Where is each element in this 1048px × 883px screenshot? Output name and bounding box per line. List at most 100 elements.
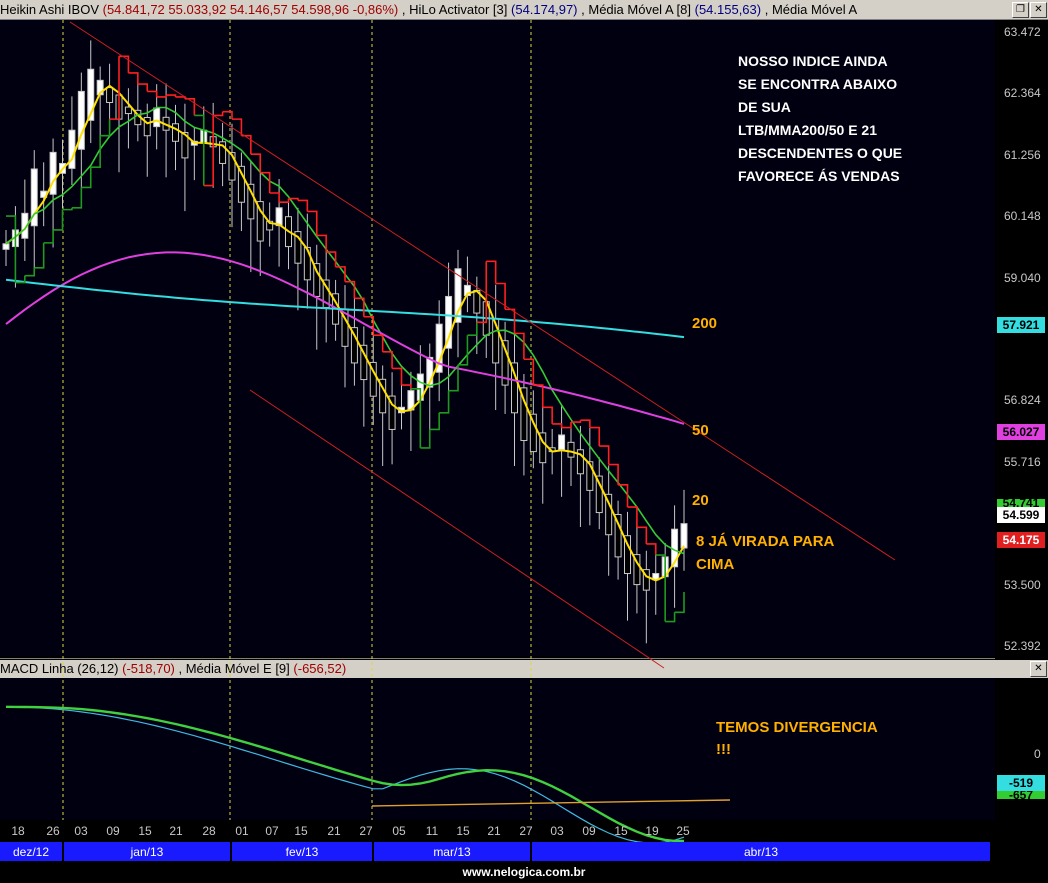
candle-body: [558, 434, 566, 451]
hilo-step: [646, 543, 657, 556]
x-tick-label: 11: [425, 824, 439, 838]
x-tick-label: 26: [46, 824, 60, 838]
hilo-step: [175, 96, 186, 99]
hilo-step: [495, 282, 506, 310]
ma50-annotation: 50: [692, 422, 709, 439]
hilo-step: [467, 322, 478, 337]
y-tick-label: 63.472: [1004, 25, 1041, 39]
annotation-line: DE SUA: [738, 99, 791, 115]
support-trendline: [249, 389, 665, 669]
annotation-line: CIMA: [696, 556, 735, 573]
y-tick-label: 52.392: [1004, 639, 1041, 653]
x-tick-label: 21: [169, 824, 183, 838]
month-label: fev/13: [285, 845, 319, 859]
footer-credit: www.nelogica.com.br: [0, 862, 1048, 883]
hilo-step: [665, 612, 676, 623]
candle-body: [567, 441, 575, 458]
ma8-annotation: 8 JÁ VIRADA PARA CIMA: [696, 530, 834, 576]
candle-body: [2, 243, 10, 250]
hilo-step: [269, 192, 280, 203]
hilo-step: [354, 297, 365, 317]
month-label: jan/13: [130, 845, 164, 859]
x-tick-label: 18: [11, 824, 25, 838]
hilo-step: [533, 384, 544, 408]
hilo-step: [382, 351, 393, 369]
hilo-step: [373, 334, 384, 352]
hilo-step: [43, 229, 54, 244]
annotation-line: NOSSO INDICE AINDA: [738, 53, 888, 69]
hilo-step: [636, 526, 648, 544]
y-tick-label: 61.256: [1004, 147, 1041, 162]
hilo-step: [128, 72, 139, 85]
ma200-price-tag: 57.921: [997, 317, 1045, 333]
hilo-step: [184, 97, 196, 116]
hilo-step: [580, 419, 591, 428]
hilo-step: [392, 367, 403, 386]
month-label: dez/12: [12, 845, 50, 859]
hilo-step: [222, 110, 233, 120]
hilo-step: [439, 390, 450, 414]
x-tick-label: 15: [614, 824, 628, 838]
hilo-step: [203, 115, 214, 187]
candle-body: [275, 207, 283, 227]
hilo-step: [166, 94, 177, 97]
hilo-step: [62, 207, 73, 211]
annotation-line: DESCENDENTES O QUE: [738, 145, 903, 161]
hilo-step: [147, 90, 158, 97]
macd-zero-label: 0: [1034, 747, 1041, 761]
x-tick-label: 21: [327, 824, 341, 838]
y-tick-label: 60.148: [1004, 209, 1041, 224]
x-tick-label: 07: [265, 824, 279, 838]
hilo-step: [194, 114, 205, 186]
ma200-annotation: 200: [692, 315, 718, 332]
hilo-step: [542, 406, 553, 424]
hilo-step: [552, 423, 563, 428]
annotation-line: TEMOS DIVERGENCIA: [716, 719, 878, 736]
x-tick-label: 05: [392, 824, 406, 838]
annotation-line: LTB/MMA200/50 E 21: [738, 122, 878, 138]
hilo-step: [627, 506, 638, 528]
close-price-tag: 54.599: [997, 507, 1045, 523]
candle-body: [153, 107, 161, 128]
macd-price-tag: -519: [997, 775, 1045, 791]
hilo-step: [34, 242, 45, 269]
hilo-step: [100, 119, 111, 137]
hilo-step: [137, 83, 149, 92]
candle-body: [680, 523, 688, 549]
macd-annotation: TEMOS DIVERGENCIA !!!: [716, 717, 878, 761]
candle-body: [172, 123, 179, 142]
hilo-step: [561, 422, 572, 429]
y-tick-label: 59.040: [1004, 270, 1041, 285]
macd-signal-price-tag: -657: [997, 791, 1045, 799]
x-tick-label: 27: [519, 824, 533, 838]
hilo-step: [523, 358, 535, 386]
hilo-step: [53, 209, 64, 231]
ma20-annotation: 20: [692, 492, 709, 509]
x-tick-label: 28: [202, 824, 216, 838]
hilo-step: [279, 198, 290, 204]
month-label: abr/13: [743, 845, 779, 859]
ma20-price-tag: 54.741: [997, 499, 1045, 507]
month-label: mar/13: [433, 845, 471, 859]
hilo-step: [307, 210, 318, 236]
y-tick-label: 55.716: [1004, 454, 1041, 469]
x-tick-label: 21: [487, 824, 501, 838]
x-tick-label: 19: [645, 824, 659, 838]
annotation-line: 8 JÁ VIRADA PARA: [696, 533, 835, 550]
hilo-step: [420, 429, 431, 449]
y-tick-label: 62.364: [1004, 86, 1041, 101]
hilo-price-tag: 54.175: [997, 532, 1045, 548]
analysis-annotation: NOSSO INDICE AINDA SE ENCONTRA ABAIXO DE…: [738, 50, 902, 188]
hilo-step: [71, 187, 83, 209]
hilo-step: [401, 384, 412, 389]
candle-body: [124, 106, 132, 115]
hilo-step: [156, 95, 167, 98]
x-tick-label: 03: [550, 824, 564, 838]
x-tick-label: 15: [294, 824, 308, 838]
annotation-line: !!!: [716, 741, 731, 758]
x-tick-label: 09: [106, 824, 120, 838]
hilo-step: [674, 591, 685, 614]
hilo-step: [297, 199, 309, 212]
hilo-step: [486, 260, 497, 284]
x-tick-label: 01: [235, 824, 249, 838]
